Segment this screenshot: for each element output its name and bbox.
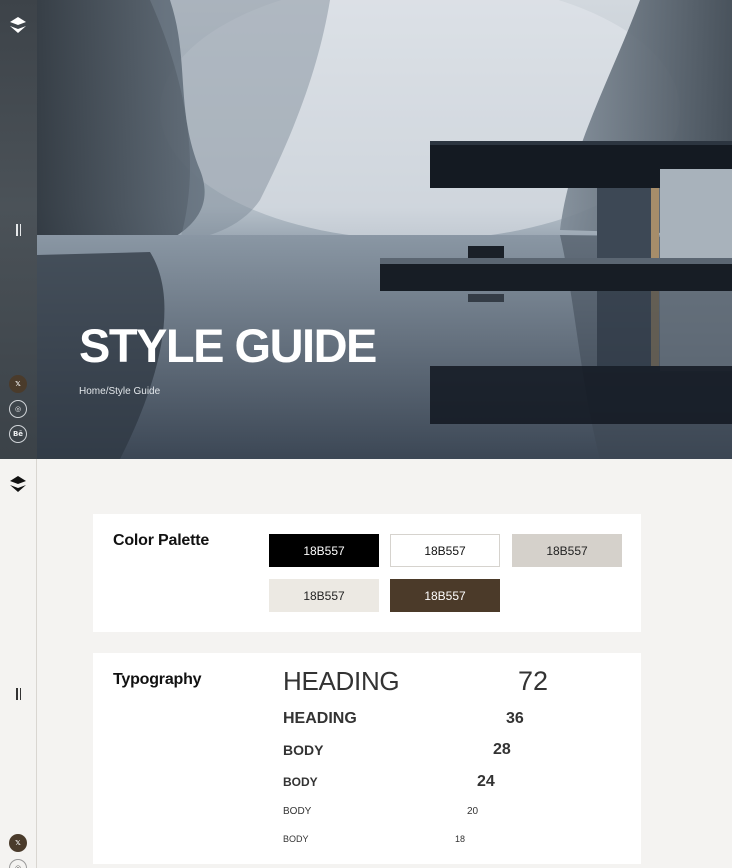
page-title: STYLE GUIDE xyxy=(79,319,377,372)
typography-sample-size: 28 xyxy=(493,741,511,758)
breadcrumb-current: Style Guide xyxy=(108,386,161,397)
typography-sample-label: BODY xyxy=(283,742,324,758)
typography-sample-size: 24 xyxy=(477,773,495,790)
color-palette-card: Color Palette 18B557 18B557 18B557 18B55… xyxy=(93,514,641,632)
sidebar-rail-top: 𝕏 ◎ Bē xyxy=(0,0,37,459)
color-swatch-brown[interactable]: 18B557 xyxy=(390,579,500,612)
x-twitter-icon[interactable]: 𝕏 xyxy=(9,375,27,393)
typography-card: Typography HEADING 72 HEADING 36 BODY 28… xyxy=(93,653,641,864)
behance-icon[interactable]: Bē xyxy=(9,425,27,443)
hero-banner: STYLE GUIDE Home/Style Guide xyxy=(0,0,732,459)
breadcrumb: Home/Style Guide xyxy=(79,386,160,397)
x-twitter-icon[interactable]: 𝕏 xyxy=(9,834,27,852)
typography-sample-label: BODY xyxy=(283,834,309,844)
typography-sample-size: 18 xyxy=(455,834,466,844)
typography-sample-size: 36 xyxy=(506,710,524,727)
color-swatch-cream[interactable]: 18B557 xyxy=(269,579,379,612)
breadcrumb-home-link[interactable]: Home xyxy=(79,386,106,397)
menu-toggle-icon[interactable] xyxy=(15,224,22,236)
typography-sample-size: 72 xyxy=(518,666,549,696)
instagram-icon[interactable]: ◎ xyxy=(9,859,27,868)
typography-sample-label: BODY xyxy=(283,806,312,817)
instagram-icon[interactable]: ◎ xyxy=(9,400,27,418)
color-swatch-grey[interactable]: 18B557 xyxy=(512,534,622,567)
typography-sample-label: BODY xyxy=(283,775,318,789)
typography-heading: Typography xyxy=(113,671,202,688)
sidebar-rail-bottom: 𝕏 ◎ xyxy=(0,459,37,868)
brand-logo-icon[interactable] xyxy=(9,475,27,493)
typography-sample-size: 20 xyxy=(467,806,479,817)
brand-logo-icon[interactable] xyxy=(9,16,27,34)
typography-sample-label: HEADING xyxy=(283,666,400,696)
color-swatch-black[interactable]: 18B557 xyxy=(269,534,379,567)
typography-sample-label: HEADING xyxy=(283,710,357,727)
color-palette-heading: Color Palette xyxy=(113,532,210,549)
color-swatch-white[interactable]: 18B557 xyxy=(390,534,500,567)
menu-toggle-icon[interactable] xyxy=(15,688,22,700)
